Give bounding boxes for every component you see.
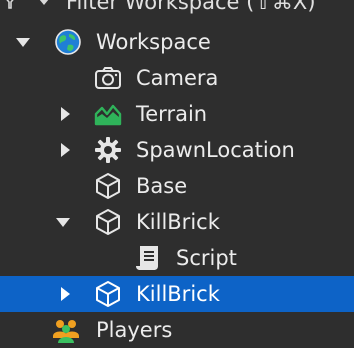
chevron-down-icon[interactable] bbox=[36, 0, 52, 10]
expand-arrow-icon[interactable] bbox=[56, 141, 74, 159]
collapse-arrow-icon[interactable] bbox=[14, 33, 32, 51]
explorer-tree: Workspace Camera Terrain SpawnLocation B… bbox=[0, 24, 354, 348]
tree-item-players[interactable]: Players bbox=[0, 312, 354, 348]
part-cube-icon bbox=[96, 209, 120, 235]
part-cube-icon bbox=[96, 281, 120, 307]
filter-placeholder[interactable]: Filter Workspace (⇧⌘X) bbox=[66, 0, 316, 14]
collapse-arrow-icon[interactable] bbox=[54, 213, 72, 231]
terrain-icon bbox=[94, 104, 122, 126]
tree-item-label: SpawnLocation bbox=[136, 138, 295, 162]
filter-icon[interactable] bbox=[2, 0, 18, 10]
expand-arrow-icon[interactable] bbox=[56, 105, 74, 123]
tree-item-workspace[interactable]: Workspace bbox=[0, 24, 354, 60]
tree-item-label: Base bbox=[136, 174, 188, 198]
tree-item-label: KillBrick bbox=[136, 210, 220, 234]
tree-item-label: KillBrick bbox=[136, 282, 220, 306]
tree-item-base[interactable]: Base bbox=[0, 168, 354, 204]
part-cube-icon bbox=[96, 173, 120, 199]
tree-item-label: Players bbox=[96, 318, 173, 342]
filter-bar[interactable]: Filter Workspace (⇧⌘X) bbox=[0, 0, 354, 16]
tree-item-label: Terrain bbox=[136, 102, 208, 126]
tree-item-label: Workspace bbox=[96, 30, 211, 54]
tree-item-killbrick[interactable]: KillBrick bbox=[0, 204, 354, 240]
tree-item-killbrick-selected[interactable]: KillBrick bbox=[0, 276, 354, 312]
gear-icon bbox=[95, 137, 121, 163]
tree-item-spawnlocation[interactable]: SpawnLocation bbox=[0, 132, 354, 168]
players-icon bbox=[53, 320, 79, 343]
tree-item-camera[interactable]: Camera bbox=[0, 60, 354, 96]
expand-arrow-icon[interactable] bbox=[56, 285, 74, 303]
tree-item-terrain[interactable]: Terrain bbox=[0, 96, 354, 132]
camera-icon bbox=[95, 67, 121, 89]
tree-item-script[interactable]: Script bbox=[0, 240, 354, 276]
tree-item-label: Camera bbox=[136, 66, 219, 90]
explorer-panel: Filter Workspace (⇧⌘X) Workspace Camera … bbox=[0, 0, 354, 348]
tree-item-label: Script bbox=[176, 246, 237, 270]
script-icon bbox=[136, 246, 158, 270]
globe-icon bbox=[55, 29, 81, 55]
